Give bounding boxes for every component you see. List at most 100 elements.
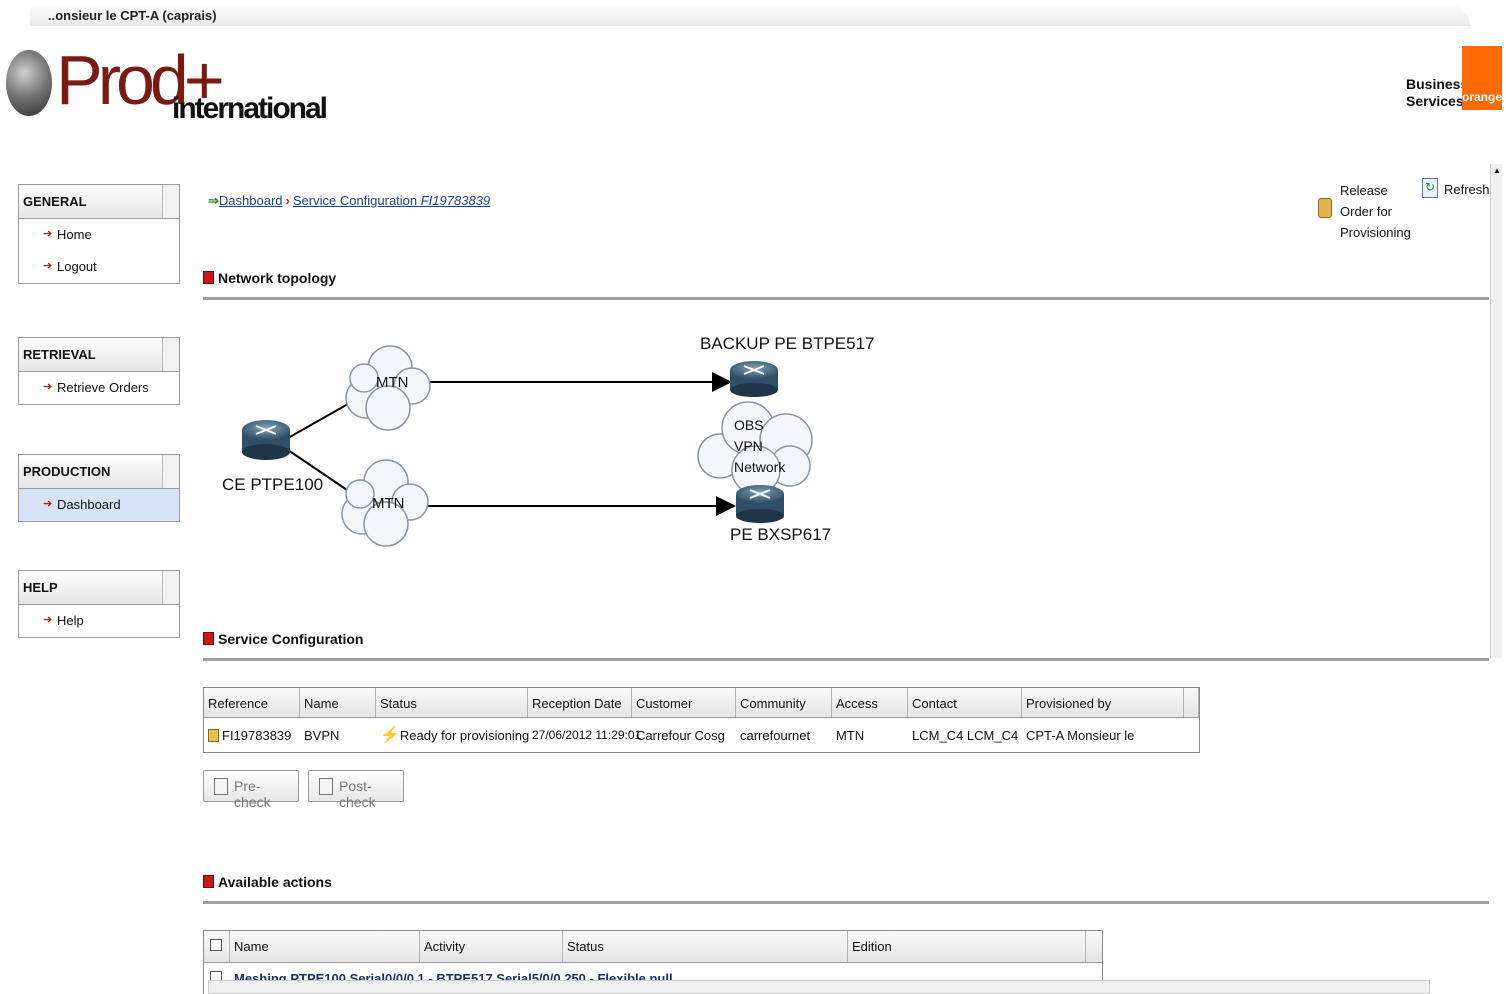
link-ce-mtn-top	[287, 403, 349, 439]
breadcrumb-service-config-link[interactable]: Service Configuration FI19783839	[293, 193, 490, 208]
sidebar-item-logout[interactable]: Logout	[19, 251, 179, 283]
collapse-icon[interactable]	[203, 875, 214, 888]
cloud-label-obs-3: Network	[734, 459, 786, 475]
col-header-customer[interactable]: Customer	[632, 688, 736, 717]
cell-status-text: Ready for provisioning	[399, 728, 530, 743]
section-title: Service Configuration	[218, 631, 364, 647]
sidebar-heading-general: GENERAL	[19, 185, 179, 219]
breadcrumb-service-config-ref: FI19783839	[420, 193, 491, 208]
service-table: Reference Name Status Reception Date Cus…	[203, 687, 1200, 753]
cell-name: BVPN	[304, 727, 340, 743]
arrow-right-icon: ⇒	[208, 193, 219, 208]
section-divider	[203, 901, 1489, 904]
section-divider	[203, 658, 1489, 661]
horizontal-scrollbar[interactable]	[208, 980, 1430, 994]
release-label-1: Release	[1340, 183, 1388, 198]
breadcrumb-dashboard-link[interactable]: Dashboard	[219, 193, 283, 208]
orange-logo: orange	[1462, 46, 1502, 110]
router-icon-backup-pe	[730, 361, 778, 397]
col-header-reception-date[interactable]: Reception Date	[528, 688, 632, 717]
refresh-icon[interactable]	[1422, 178, 1438, 198]
service-table-header: Reference Name Status Reception Date Cus…	[204, 688, 1199, 718]
node-label-ce: CE PTPE100	[222, 475, 323, 494]
actions-table-header: Name Activity Status Edition	[204, 931, 1102, 963]
col-header-community[interactable]: Community	[736, 688, 832, 717]
cloud-label-mtn-top: MTN	[376, 374, 409, 391]
col-header-edition[interactable]: Edition	[848, 931, 1086, 962]
lightning-icon: ⚡	[380, 727, 400, 744]
col-header-spacer	[1184, 688, 1199, 717]
cell-provisioned-by: CPT-A Monsieur le	[1026, 727, 1135, 743]
sidebar-item-label: Home	[57, 227, 92, 242]
table-row[interactable]: FI19783839 BVPN ⚡Ready for provisioning …	[204, 718, 1199, 752]
cloud-label-obs-2: VPN	[734, 438, 763, 454]
logo-sub-text: international	[172, 92, 328, 125]
router-icon-pe	[736, 485, 784, 523]
order-icon	[208, 728, 219, 742]
collapse-icon[interactable]	[203, 271, 214, 284]
brand-text: Business Services	[1406, 76, 1468, 110]
cell-customer: Carrefour Cosg	[636, 727, 725, 743]
cell-status: ⚡Ready for provisioning	[376, 725, 530, 745]
col-header-access[interactable]: Access	[832, 688, 908, 717]
sidebar-item-dashboard[interactable]: Dashboard	[19, 489, 179, 521]
sidebar-item-label: Logout	[57, 259, 97, 274]
globe-icon	[6, 50, 52, 116]
col-header-select	[204, 931, 230, 962]
network-topology-diagram: MTN MTN OBS VPN Network CE PTPE100 BACKU…	[222, 334, 875, 547]
section-heading-service: Service Configuration	[203, 631, 363, 647]
sidebar-item-label: Retrieve Orders	[57, 380, 149, 395]
title-bar: ..onsieur le CPT-A (caprais)	[30, 4, 1470, 26]
section-title: Network topology	[218, 270, 337, 286]
col-header-reference[interactable]: Reference	[204, 688, 300, 717]
brand-line-1: Business	[1406, 76, 1469, 92]
section-heading-topology: Network topology	[203, 270, 336, 286]
sidebar-retrieval: RETRIEVAL Retrieve Orders	[18, 337, 180, 405]
sidebar-item-retrieve-orders[interactable]: Retrieve Orders	[19, 372, 179, 404]
browser-window: ..onsieur le CPT-A (caprais) Prod+ inter…	[0, 0, 1506, 994]
breadcrumb-service-config-label: Service Configuration	[292, 193, 421, 208]
section-title: Available actions	[218, 874, 332, 890]
cloud-label-obs-1: OBS	[734, 417, 764, 433]
sidebar-heading-production: PRODUCTION	[19, 455, 179, 489]
sidebar-heading-help: HELP	[19, 571, 179, 605]
sidebar-item-help[interactable]: Help	[19, 605, 179, 637]
cell-community: carrefournet	[740, 727, 811, 743]
postcheck-icon	[319, 778, 333, 795]
collapse-icon[interactable]	[203, 632, 214, 645]
col-header-status[interactable]: Status	[563, 931, 848, 962]
cell-reference[interactable]: FI19783839	[204, 728, 300, 743]
col-header-activity[interactable]: Activity	[420, 931, 563, 962]
release-label-3: Provisioning	[1340, 225, 1411, 240]
sidebar-item-home[interactable]: Home	[19, 219, 179, 251]
chevron-right-icon: ›	[285, 193, 290, 208]
release-label-2: Order for	[1340, 204, 1393, 219]
cell-reference-text: FI19783839	[222, 727, 292, 743]
node-label-backup-pe: BACKUP PE BTPE517	[700, 334, 875, 353]
cell-reception-date: 27/06/2012 11:29:01	[532, 728, 642, 742]
refresh-button[interactable]: Refresh	[1444, 182, 1490, 197]
breadcrumb: ⇒Dashboard › Service Configuration FI19783…	[208, 193, 490, 209]
release-order-button[interactable]: Release Order for Provisioning	[1340, 180, 1411, 243]
vertical-scrollbar[interactable]: ▲	[1490, 164, 1502, 658]
precheck-button[interactable]: Pre-check	[203, 770, 299, 810]
col-header-status[interactable]: Status	[376, 688, 528, 717]
cloud-label-mtn-bottom: MTN	[372, 495, 405, 512]
col-header-name[interactable]: Name	[300, 688, 376, 717]
scroll-up-icon[interactable]: ▲	[1493, 166, 1501, 175]
select-all-checkbox[interactable]	[210, 939, 222, 951]
app-logo: Prod+ international	[6, 41, 328, 134]
sidebar-item-label: Dashboard	[57, 497, 121, 512]
section-heading-available-actions: Available actions	[203, 874, 332, 890]
col-header-contact[interactable]: Contact	[908, 688, 1022, 717]
brand-line-2: Services	[1406, 93, 1464, 109]
col-header-name[interactable]: Name	[230, 931, 420, 962]
lock-icon[interactable]	[1318, 198, 1332, 218]
col-header-provisioned-by[interactable]: Provisioned by	[1022, 688, 1184, 717]
sidebar-heading-retrieval: RETRIEVAL	[19, 338, 179, 372]
sidebar-production: PRODUCTION Dashboard	[18, 454, 180, 522]
window-title: ..onsieur le CPT-A (caprais)	[48, 8, 217, 23]
postcheck-button[interactable]: Post-check	[308, 770, 404, 810]
precheck-label: Pre-check	[234, 778, 271, 810]
router-icon-ce	[242, 420, 290, 460]
